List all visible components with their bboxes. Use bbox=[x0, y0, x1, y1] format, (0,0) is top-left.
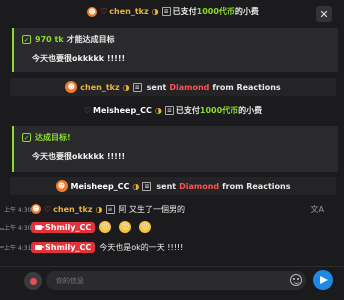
goal-label: 才能达成目标 bbox=[66, 35, 115, 44]
level-badge-icon: ≡ bbox=[132, 82, 142, 92]
heart-badge-icon: ♡ bbox=[100, 7, 108, 16]
username[interactable]: chen_tkz bbox=[53, 205, 92, 214]
face-icon: ☻ bbox=[55, 180, 68, 192]
tip-notice: ☻ ♡ chen_tkz ◑ ≡ 已支付 1000代币 的小费 bbox=[10, 6, 336, 17]
level-badge-icon: ≡ bbox=[142, 181, 152, 191]
chat-message: 上午 4:30 Shmily_CC 😍 😍 😍 bbox=[4, 219, 159, 235]
face-icon: ☻ bbox=[87, 6, 98, 17]
heart-badge-icon: ♡ bbox=[83, 106, 91, 115]
scroll-marker bbox=[0, 246, 4, 248]
camera-icon bbox=[35, 224, 45, 230]
tip-notice: ♡ Meisheep_CC ◑ ≡ 已支付 1000代币 的小费 bbox=[10, 105, 336, 116]
tip-text-post: 的小费 bbox=[238, 106, 263, 115]
level-badge-icon: ≡ bbox=[105, 204, 115, 214]
goal-card: ✓ 970 tk 才能达成目标 今天也要很okkkkk !!!!! bbox=[12, 28, 338, 72]
goal-label: 达成目标! bbox=[35, 133, 71, 142]
send-icon bbox=[320, 276, 328, 284]
tip-text-pre: 已支付 bbox=[172, 7, 197, 16]
diamond-notice: ☻ Meisheep_CC ◑ ≡ sent Diamond from Reac… bbox=[10, 177, 336, 195]
goal-check-icon: ✓ bbox=[22, 35, 31, 44]
close-icon[interactable]: ✕ bbox=[316, 6, 332, 22]
chat-message: 上午 4:30 ☻ ♡ chen_tkz ◑ ≡ 阿 又生了一個男的 bbox=[4, 202, 185, 216]
heart-eyes-emoji: 😍 bbox=[99, 221, 112, 233]
username[interactable]: chen_tkz bbox=[109, 7, 148, 16]
gift-source: from Reactions bbox=[212, 82, 281, 92]
tip-text-post: 的小费 bbox=[234, 7, 259, 16]
gift-source: from Reactions bbox=[222, 181, 291, 191]
gift-name: Diamond bbox=[169, 82, 210, 92]
sent-text: sent bbox=[146, 82, 167, 92]
chat-feed: ☻ ♡ chen_tkz ◑ ≡ 已支付 1000代币 的小费 ✕ ✓ 970 … bbox=[0, 0, 344, 266]
sent-text: sent bbox=[156, 181, 177, 191]
username[interactable]: Meisheep_CC bbox=[71, 182, 130, 191]
timestamp: 上午 4:30 bbox=[4, 206, 32, 214]
message-text: 阿 又生了一個男的 bbox=[118, 204, 186, 214]
host-tag[interactable]: Shmily_CC bbox=[31, 241, 96, 253]
scroll-marker bbox=[0, 228, 4, 230]
heart-eyes-emoji: 😍 bbox=[139, 221, 152, 233]
level-badge-icon: ≡ bbox=[164, 106, 174, 115]
tip-amount: 1000代币 bbox=[199, 106, 239, 115]
username[interactable]: chen_tkz bbox=[80, 83, 119, 92]
tip-amount: 1000代币 bbox=[196, 7, 235, 16]
moon-badge-icon: ◑ bbox=[154, 106, 162, 115]
timestamp: 上午 4:31 bbox=[4, 244, 32, 252]
send-button[interactable] bbox=[313, 270, 333, 290]
message-text: 今天也是ok的一天 !!!!! bbox=[99, 242, 184, 252]
moon-badge-icon: ◑ bbox=[151, 7, 159, 16]
heart-eyes-emoji: 😍 bbox=[119, 221, 132, 233]
host-tag[interactable]: Shmily_CC bbox=[31, 221, 96, 233]
message-input[interactable] bbox=[46, 271, 306, 290]
avatar[interactable] bbox=[24, 272, 42, 290]
moon-badge-icon: ◑ bbox=[122, 82, 130, 92]
username: Shmily_CC bbox=[45, 242, 92, 252]
heart-badge-icon: ♡ bbox=[44, 204, 52, 214]
level-badge-icon: ≡ bbox=[161, 7, 171, 16]
timestamp: 上午 4:30 bbox=[4, 224, 32, 232]
chat-message: 上午 4:31 Shmily_CC 今天也是ok的一天 !!!!! bbox=[4, 239, 183, 255]
moon-badge-icon: ◑ bbox=[132, 181, 140, 191]
tip-text-pre: 已支付 bbox=[175, 106, 200, 115]
goal-message: 今天也要很okkkkk !!!!! bbox=[32, 152, 126, 161]
username: Shmily_CC bbox=[45, 222, 92, 232]
face-icon: ☻ bbox=[65, 81, 78, 93]
diamond-notice: ☻ chen_tkz ◑ ≡ sent Diamond from Reactio… bbox=[10, 78, 336, 96]
goal-check-icon: ✓ bbox=[22, 133, 31, 142]
goal-card: ✓ 达成目标! 今天也要很okkkkk !!!!! bbox=[12, 126, 338, 172]
face-icon: ☻ bbox=[31, 204, 41, 214]
camera-icon bbox=[35, 244, 45, 250]
translate-icon[interactable]: 文A bbox=[311, 204, 324, 215]
emoji-picker-icon[interactable] bbox=[290, 274, 302, 286]
username[interactable]: Meisheep_CC bbox=[93, 106, 152, 115]
goal-message: 今天也要很okkkkk !!!!! bbox=[32, 54, 126, 63]
avatar-icon bbox=[29, 277, 37, 285]
moon-badge-icon: ◑ bbox=[95, 204, 103, 214]
goal-amount: 970 tk bbox=[35, 35, 64, 44]
gift-name: Diamond bbox=[179, 181, 220, 191]
